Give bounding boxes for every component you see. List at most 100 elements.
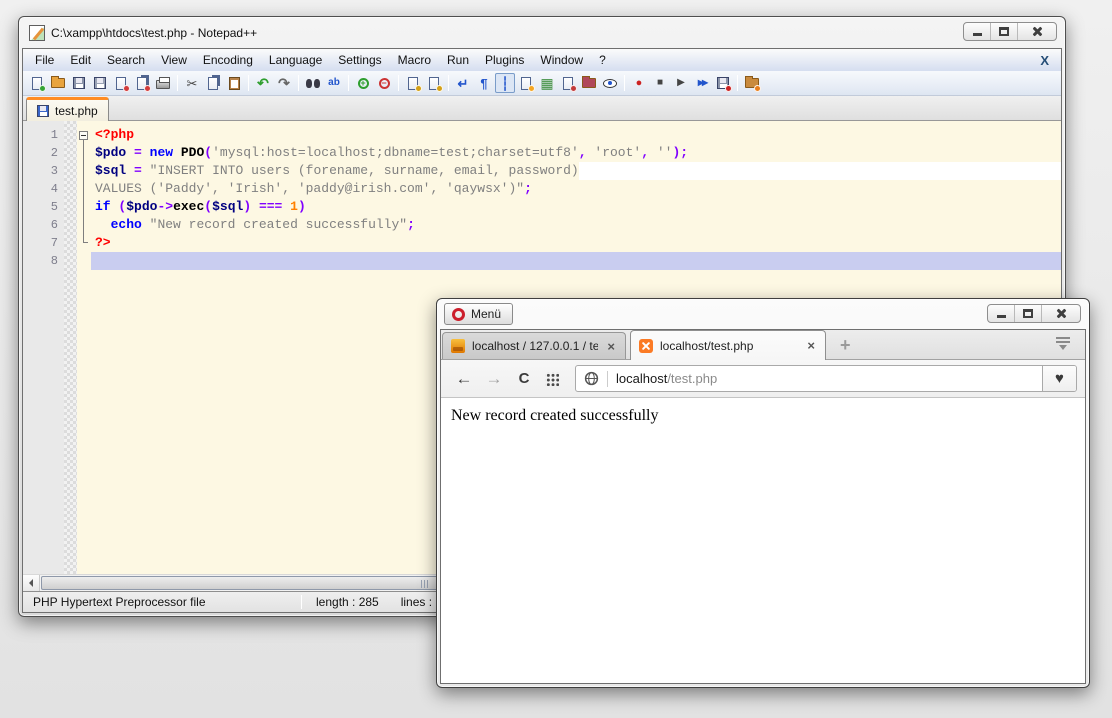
sync-horizontal-scrolling-icon[interactable] bbox=[424, 73, 444, 93]
npp-maximize-button[interactable] bbox=[991, 23, 1018, 40]
opera-menu-button[interactable]: Menü bbox=[444, 303, 513, 325]
xampp-icon bbox=[639, 339, 653, 353]
fold-margin[interactable] bbox=[77, 121, 91, 574]
menu-search[interactable]: Search bbox=[99, 50, 153, 70]
folder-as-workspace-icon[interactable] bbox=[579, 73, 599, 93]
browser-tab-1[interactable]: localhost / 127.0.0.1 / test × bbox=[442, 332, 626, 359]
menu-macro[interactable]: Macro bbox=[390, 50, 439, 70]
tab-label: localhost / 127.0.0.1 / test bbox=[472, 339, 598, 353]
menu-settings[interactable]: Settings bbox=[330, 50, 389, 70]
code-line-1: <?php bbox=[91, 126, 1061, 144]
url-host: localhost bbox=[616, 371, 667, 386]
url-box: localhost/test.php ♥ bbox=[575, 365, 1077, 392]
back-button[interactable]: ← bbox=[453, 370, 475, 387]
opera-minimize-button[interactable] bbox=[988, 305, 1015, 322]
maximize-icon bbox=[1023, 309, 1033, 318]
forward-button[interactable]: → bbox=[483, 370, 505, 387]
globe-icon bbox=[584, 371, 599, 386]
cut-icon[interactable]: ✂ bbox=[182, 73, 202, 93]
document-close-button[interactable]: X bbox=[1040, 53, 1049, 68]
line-number: 3 bbox=[23, 162, 58, 180]
fold-rail bbox=[83, 140, 88, 243]
plugin-folder-icon[interactable] bbox=[742, 73, 762, 93]
speed-dial-icon[interactable] bbox=[545, 372, 559, 386]
close-file-icon[interactable] bbox=[111, 73, 131, 93]
opera-titlebar[interactable]: Menü bbox=[437, 299, 1089, 329]
page-output-text: New record created successfully bbox=[451, 407, 658, 424]
replace-icon[interactable]: ab bbox=[324, 73, 344, 93]
sync-vertical-scrolling-icon[interactable] bbox=[403, 73, 423, 93]
line-number: 1 bbox=[23, 126, 58, 144]
npp-tab-test-php[interactable]: test.php bbox=[26, 97, 109, 121]
find-icon[interactable] bbox=[303, 73, 323, 93]
npp-toolbar: ✂↶↷ab+−↵¶┆▦●■▶▶▶ bbox=[23, 71, 1061, 96]
browser-tab-2[interactable]: localhost/test.php × bbox=[630, 330, 826, 360]
npp-window-controls bbox=[963, 22, 1057, 41]
scroll-left-button[interactable] bbox=[23, 575, 40, 591]
macro-save-icon[interactable] bbox=[713, 73, 733, 93]
show-all-characters-icon[interactable]: ¶ bbox=[474, 73, 494, 93]
menu-edit[interactable]: Edit bbox=[62, 50, 99, 70]
menu-plugins[interactable]: Plugins bbox=[477, 50, 532, 70]
line-number-gutter: 12345678 bbox=[23, 121, 64, 574]
bookmark-margin[interactable] bbox=[64, 121, 77, 574]
tab-menu-icon[interactable] bbox=[1055, 337, 1071, 354]
toolbar-separator bbox=[624, 75, 625, 91]
macro-play-icon[interactable]: ▶ bbox=[671, 73, 691, 93]
opera-close-button[interactable] bbox=[1042, 305, 1080, 322]
bookmark-heart-button[interactable]: ♥ bbox=[1042, 366, 1076, 391]
open-file-icon[interactable] bbox=[48, 73, 68, 93]
save-icon[interactable] bbox=[69, 73, 89, 93]
new-tab-button[interactable]: + bbox=[836, 336, 855, 354]
address-input[interactable]: localhost/test.php bbox=[576, 366, 1042, 391]
maximize-icon bbox=[999, 27, 1009, 36]
npp-titlebar[interactable]: C:\xampp\htdocs\test.php - Notepad++ bbox=[19, 17, 1065, 48]
word-wrap-icon[interactable]: ↵ bbox=[453, 73, 473, 93]
opera-logo-icon bbox=[452, 308, 465, 321]
menu-help[interactable]: ? bbox=[591, 50, 614, 70]
url-path: /test.php bbox=[667, 371, 717, 386]
toolbar-separator bbox=[737, 75, 738, 91]
tab-close-icon[interactable]: × bbox=[805, 339, 817, 352]
menu-run[interactable]: Run bbox=[439, 50, 477, 70]
redo-icon[interactable]: ↷ bbox=[274, 73, 294, 93]
macro-stop-icon[interactable]: ■ bbox=[650, 73, 670, 93]
undo-icon[interactable]: ↶ bbox=[253, 73, 273, 93]
monitoring-icon[interactable] bbox=[600, 73, 620, 93]
document-map-icon[interactable]: ▦ bbox=[537, 73, 557, 93]
document-switcher-icon[interactable] bbox=[558, 73, 578, 93]
close-all-icon[interactable] bbox=[132, 73, 152, 93]
new-file-icon[interactable] bbox=[27, 73, 47, 93]
toolbar-separator bbox=[248, 75, 249, 91]
macro-record-icon[interactable]: ● bbox=[629, 73, 649, 93]
show-indent-guide-icon[interactable]: ┆ bbox=[495, 73, 515, 93]
menu-window[interactable]: Window bbox=[532, 50, 591, 70]
opera-client-area: localhost / 127.0.0.1 / test×localhost/t… bbox=[440, 329, 1086, 684]
statusbar-length: length : 285 bbox=[302, 595, 379, 609]
save-all-icon[interactable] bbox=[90, 73, 110, 93]
npp-minimize-button[interactable] bbox=[964, 23, 991, 40]
npp-close-button[interactable] bbox=[1018, 23, 1056, 40]
opera-menu-label: Menü bbox=[471, 307, 501, 321]
function-list-icon[interactable] bbox=[516, 73, 536, 93]
paste-icon[interactable] bbox=[224, 73, 244, 93]
reload-button[interactable]: C bbox=[513, 371, 535, 386]
print-icon[interactable] bbox=[153, 73, 173, 93]
fold-collapse-icon[interactable] bbox=[79, 131, 88, 140]
page-content: New record created successfully bbox=[441, 398, 1085, 683]
menu-file[interactable]: File bbox=[27, 50, 62, 70]
zoom-out-icon[interactable]: − bbox=[374, 73, 394, 93]
tab-label: localhost/test.php bbox=[660, 339, 798, 353]
tab-close-icon[interactable]: × bbox=[605, 340, 617, 353]
zoom-in-icon[interactable]: + bbox=[353, 73, 373, 93]
line-number: 6 bbox=[23, 216, 58, 234]
menu-language[interactable]: Language bbox=[261, 50, 330, 70]
menu-encoding[interactable]: Encoding bbox=[195, 50, 261, 70]
code-line-2: $pdo = new PDO('mysql:host=localhost;dbn… bbox=[91, 144, 1061, 162]
toolbar-separator bbox=[448, 75, 449, 91]
opera-maximize-button[interactable] bbox=[1015, 305, 1042, 322]
macro-run-multiple-icon[interactable]: ▶▶ bbox=[692, 73, 712, 93]
copy-icon[interactable] bbox=[203, 73, 223, 93]
toolbar-separator bbox=[177, 75, 178, 91]
menu-view[interactable]: View bbox=[153, 50, 195, 70]
